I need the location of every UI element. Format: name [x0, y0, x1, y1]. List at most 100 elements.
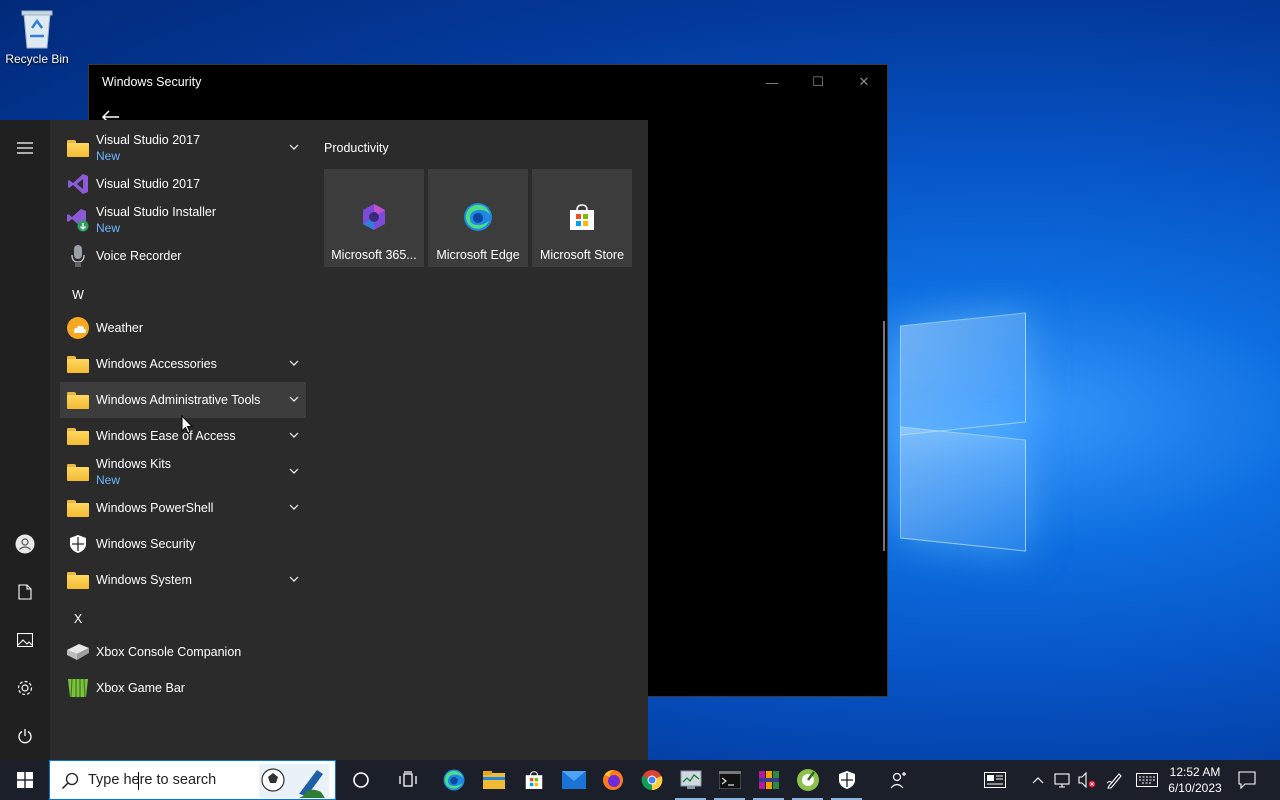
taskbar-winrar[interactable] [749, 760, 788, 800]
taskbar-search-box[interactable]: Type here to search [49, 760, 336, 800]
close-button[interactable]: ✕ [841, 65, 887, 99]
chevron-down-icon[interactable] [288, 501, 300, 513]
folder-icon [60, 562, 96, 598]
app-name: Windows Security [96, 537, 196, 551]
tile-microsoft-365[interactable]: Microsoft 365... [324, 169, 424, 267]
tile-label: Microsoft 365... [331, 248, 417, 262]
window-scrollbar[interactable] [883, 321, 885, 551]
power-icon[interactable] [0, 716, 50, 756]
app-windows-system[interactable]: Windows System [60, 562, 306, 598]
app-xbox-console-companion[interactable]: Xbox Console Companion [60, 634, 306, 670]
letter-header-x[interactable]: X [60, 612, 96, 626]
maximize-button[interactable]: ☐ [795, 65, 841, 99]
show-hidden-icons-chevron-icon[interactable] [1028, 760, 1048, 800]
people-icon [890, 772, 906, 789]
mouse-cursor-icon [181, 414, 194, 434]
taskbar-mail[interactable] [554, 760, 593, 800]
recycle-bin-icon [18, 6, 56, 50]
start-menu: Visual Studio 2017 New Visual Studio 2017 V… [0, 120, 648, 760]
app-windows-security[interactable]: Windows Security [60, 526, 306, 562]
tile-microsoft-store[interactable]: Microsoft Store [532, 169, 632, 267]
news-and-interests-icon[interactable] [980, 760, 1010, 800]
mail-icon [561, 771, 586, 789]
window-title: Windows Security [102, 75, 202, 89]
app-icon [796, 769, 819, 791]
chrome-icon [641, 770, 662, 791]
action-center-icon[interactable] [1236, 760, 1258, 800]
weather-icon [60, 310, 96, 346]
app-xbox-game-bar[interactable]: Xbox Game Bar [60, 670, 306, 706]
start-button[interactable] [4, 760, 46, 800]
chevron-down-icon[interactable] [288, 357, 300, 369]
people-button[interactable] [879, 760, 918, 800]
taskbar-clock[interactable]: 12:52 AM 6/10/2023 [1160, 764, 1230, 796]
taskbar-windows-security[interactable] [827, 760, 866, 800]
folder-icon [482, 771, 505, 789]
app-visual-studio-2017[interactable]: Visual Studio 2017 [60, 166, 306, 202]
shield-icon [838, 771, 855, 789]
letter-header-w[interactable]: W [60, 288, 96, 302]
hamburger-icon[interactable] [0, 128, 50, 168]
taskbar-file-explorer[interactable] [474, 760, 513, 800]
firefox-icon [602, 770, 623, 790]
app-visual-studio-2017[interactable]: Visual Studio 2017 New [60, 130, 306, 166]
taskbar-app[interactable] [788, 760, 827, 800]
app-name: Weather [96, 321, 144, 335]
app-windows-kits[interactable]: Windows Kits New [60, 454, 306, 490]
network-icon[interactable] [1052, 760, 1074, 800]
folder-icon [60, 346, 96, 382]
minimize-button[interactable]: — [749, 65, 795, 99]
app-voice-recorder[interactable]: Voice Recorder [60, 238, 306, 274]
touch-keyboard-icon[interactable] [1133, 760, 1161, 800]
tile-microsoft-edge[interactable]: Microsoft Edge [428, 169, 528, 267]
chevron-down-icon[interactable] [288, 429, 300, 441]
tiles-group-title[interactable]: Productivity [324, 141, 389, 155]
app-visual-studio-installer[interactable]: Visual Studio Installer New [60, 202, 306, 238]
volume-muted-icon[interactable] [1076, 760, 1098, 800]
task-view-icon [398, 771, 417, 787]
taskbar-firefox[interactable] [593, 760, 632, 800]
settings-icon[interactable] [0, 668, 50, 708]
xbox-console-icon [60, 634, 96, 670]
taskbar-store[interactable] [514, 760, 553, 800]
taskbar-chrome[interactable] [632, 760, 671, 800]
edge-icon [443, 769, 464, 791]
pictures-icon[interactable] [0, 620, 50, 660]
app-windows-administrative-tools[interactable]: Windows Administrative Tools [60, 382, 306, 418]
app-name: Windows System [96, 573, 192, 587]
cortana-icon [352, 772, 369, 788]
app-name: Visual Studio 2017 [96, 177, 201, 191]
search-icon [61, 772, 79, 793]
taskbar-edge[interactable] [434, 760, 473, 800]
text-caret [138, 772, 139, 790]
visual-studio-icon [60, 166, 96, 202]
cortana-button[interactable] [341, 760, 380, 800]
pen-ink-workspace-icon[interactable] [1103, 760, 1127, 800]
taskbar-terminal[interactable] [710, 760, 749, 800]
app-name: Visual Studio Installer [96, 205, 216, 219]
search-highlight-illustration-icon[interactable] [259, 764, 329, 800]
wallpaper-windows-logo [890, 305, 1030, 552]
chevron-down-icon[interactable] [288, 141, 300, 153]
app-name: Windows Accessories [96, 357, 217, 371]
chevron-down-icon[interactable] [288, 465, 300, 477]
recycle-bin-desktop-icon[interactable]: Recycle Bin [4, 6, 70, 66]
user-icon[interactable] [0, 524, 50, 564]
microsoft-365-icon [358, 201, 390, 233]
app-windows-powershell[interactable]: Windows PowerShell [60, 490, 306, 526]
document-icon[interactable] [0, 572, 50, 612]
taskbar-performance-monitor[interactable] [671, 760, 710, 800]
task-view-button[interactable] [388, 760, 427, 800]
chevron-down-icon[interactable] [288, 393, 300, 405]
app-windows-accessories[interactable]: Windows Accessories [60, 346, 306, 382]
microphone-icon [60, 238, 96, 274]
windows-logo-icon [17, 772, 33, 788]
app-weather[interactable]: Weather [60, 310, 306, 346]
folder-icon [60, 418, 96, 454]
chevron-down-icon[interactable] [288, 573, 300, 585]
xbox-game-bar-icon [60, 670, 96, 706]
app-name: Windows Kits [96, 457, 172, 471]
clock-time: 12:52 AM [1169, 765, 1221, 779]
app-name: Windows Administrative Tools [96, 393, 261, 407]
app-name: Xbox Game Bar [96, 681, 185, 695]
